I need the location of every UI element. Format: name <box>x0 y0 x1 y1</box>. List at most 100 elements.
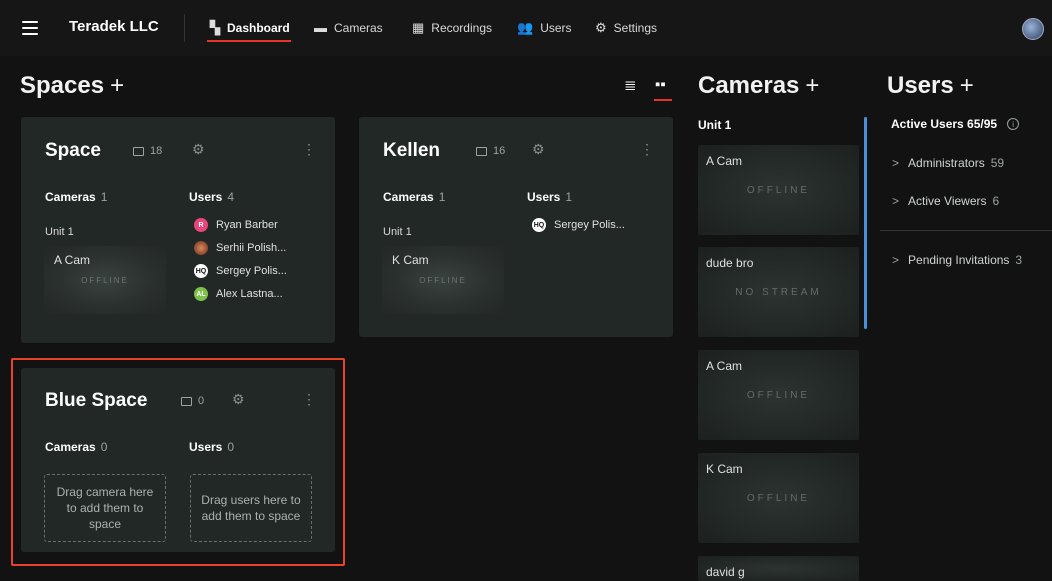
spaces-title: Spaces + <box>20 72 124 100</box>
user-group-active-viewers[interactable]: > Active Viewers 6 <box>892 194 999 208</box>
add-space-button[interactable]: + <box>110 72 124 99</box>
camera-name: david g <box>706 565 745 579</box>
group-label: Pending Invitations <box>908 253 1010 267</box>
camera-icon: ▬ <box>314 20 327 35</box>
camera-count: 16 <box>476 145 505 157</box>
users-heading: Users 1 <box>527 190 572 204</box>
user-item[interactable]: HQ Sergey Polis... <box>532 218 625 232</box>
gear-icon[interactable]: ⚙ <box>532 141 545 158</box>
divider <box>880 230 1052 231</box>
user-avatar: R <box>194 218 208 232</box>
camera-thumbnail[interactable]: K Cam OFFLINE <box>382 246 504 314</box>
active-nav-underline <box>207 40 291 42</box>
heading-text: Cameras <box>45 190 96 204</box>
brand-name: Teradek LLC <box>69 18 159 35</box>
users-title: Users + <box>887 72 974 100</box>
heading-count: 4 <box>227 190 235 204</box>
dashboard-icon: ▚ <box>210 20 220 35</box>
add-camera-button[interactable]: + <box>805 72 819 99</box>
camera-tile[interactable]: dude bro NO STREAM <box>698 247 859 337</box>
camera-name: K Cam <box>392 253 429 267</box>
selection-highlight <box>11 358 345 566</box>
add-user-button[interactable]: + <box>960 72 974 99</box>
heading-text: Users <box>527 190 561 204</box>
user-name: Alex Lastna... <box>216 288 283 300</box>
nav-label: Users <box>540 21 572 35</box>
nav-item-settings[interactable]: ⚙ Settings <box>595 20 657 36</box>
camera-name: A Cam <box>706 359 743 373</box>
more-options-icon[interactable]: ⋮ <box>302 141 316 158</box>
gear-icon: ⚙ <box>595 20 607 35</box>
user-group-pending-invitations[interactable]: > Pending Invitations 3 <box>892 253 1022 267</box>
camera-status: OFFLINE <box>419 276 467 285</box>
camera-tile[interactable]: A Cam OFFLINE <box>698 350 859 440</box>
group-count: 59 <box>990 156 1005 170</box>
users-title-text: Users <box>887 72 954 99</box>
heading-count: 1 <box>100 190 108 204</box>
gear-icon[interactable]: ⚙ <box>192 141 205 158</box>
active-users-text: Active Users 65/95 <box>891 117 998 131</box>
user-item[interactable]: HQ Sergey Polis... <box>194 264 287 278</box>
nav-label: Cameras <box>334 20 383 35</box>
camera-tile[interactable]: K Cam OFFLINE <box>698 453 859 543</box>
space-card[interactable]: Kellen 16 ⚙ ⋮ Cameras 1 Users 1 Unit 1 K C… <box>359 117 673 337</box>
user-item[interactable]: AL Alex Lastna... <box>194 287 283 301</box>
spaces-title-text: Spaces <box>20 72 105 99</box>
camera-tile[interactable]: david g <box>698 556 859 581</box>
heading-count: 1 <box>565 190 573 204</box>
user-avatar <box>194 241 208 255</box>
user-name: Serhii Polish... <box>216 242 287 254</box>
heading-count: 1 <box>438 190 446 204</box>
cameras-heading: Cameras 1 <box>45 190 107 204</box>
camera-name: K Cam <box>706 462 743 476</box>
group-label: Active Viewers <box>908 194 987 208</box>
active-view-underline <box>654 99 672 101</box>
list-view-icon[interactable]: ≣ <box>624 76 637 94</box>
user-name: Sergey Polis... <box>216 265 287 277</box>
space-name: Space <box>45 140 101 161</box>
chevron-right-icon: > <box>892 253 900 267</box>
cameras-heading: Cameras 1 <box>383 190 445 204</box>
camera-count-value: 16 <box>493 145 506 157</box>
group-count: 6 <box>992 194 1000 208</box>
user-group-administrators[interactable]: > Administrators 59 <box>892 156 1004 170</box>
user-item[interactable]: R Ryan Barber <box>194 218 278 232</box>
nav-item-dashboard[interactable]: ▚ Dashboard <box>210 20 290 36</box>
camera-status: OFFLINE <box>81 276 129 285</box>
scrollbar[interactable] <box>864 117 867 329</box>
unit-label: Unit 1 <box>45 226 74 238</box>
user-item[interactable]: Serhii Polish... <box>194 241 286 255</box>
space-card[interactable]: Space 18 ⚙ ⋮ Cameras 1 Users 4 Unit 1 A Ca… <box>21 117 335 343</box>
avatar[interactable] <box>1022 18 1044 40</box>
cameras-title: Cameras + <box>698 72 819 100</box>
camera-count: 18 <box>133 145 162 157</box>
hamburger-menu-icon[interactable] <box>22 21 38 35</box>
user-name: Ryan Barber <box>216 219 278 231</box>
nav-label: Settings <box>613 21 658 35</box>
nav-item-cameras[interactable]: ▬ Cameras <box>314 20 383 35</box>
camera-name: A Cam <box>54 253 91 267</box>
active-users-label: Active Users 65/95 i <box>891 117 1020 131</box>
space-name: Kellen <box>383 140 441 161</box>
nav-item-recordings[interactable]: ▦ Recordings <box>412 20 492 36</box>
user-avatar: HQ <box>194 264 208 278</box>
camera-status: OFFLINE <box>746 493 811 504</box>
more-options-icon[interactable]: ⋮ <box>640 141 654 158</box>
nav-label: Dashboard <box>227 21 290 35</box>
users-heading: Users 4 <box>189 190 234 204</box>
heading-text: Cameras <box>383 190 434 204</box>
grid-view-icon[interactable]: ▪▪ <box>655 76 666 93</box>
info-icon[interactable]: i <box>1007 118 1020 130</box>
camera-group-label: Unit 1 <box>698 118 732 132</box>
unit-label: Unit 1 <box>383 226 412 238</box>
nav-item-users[interactable]: 👥 Users <box>517 20 572 36</box>
camera-name: A Cam <box>706 154 743 168</box>
film-icon <box>133 146 144 156</box>
camera-name: dude bro <box>706 256 754 270</box>
camera-tile[interactable]: A Cam OFFLINE <box>698 145 859 235</box>
group-label: Administrators <box>908 156 985 170</box>
user-name: Sergey Polis... <box>554 219 625 231</box>
camera-status: OFFLINE <box>746 390 811 401</box>
group-count: 3 <box>1015 253 1023 267</box>
camera-thumbnail[interactable]: A Cam OFFLINE <box>44 246 166 314</box>
